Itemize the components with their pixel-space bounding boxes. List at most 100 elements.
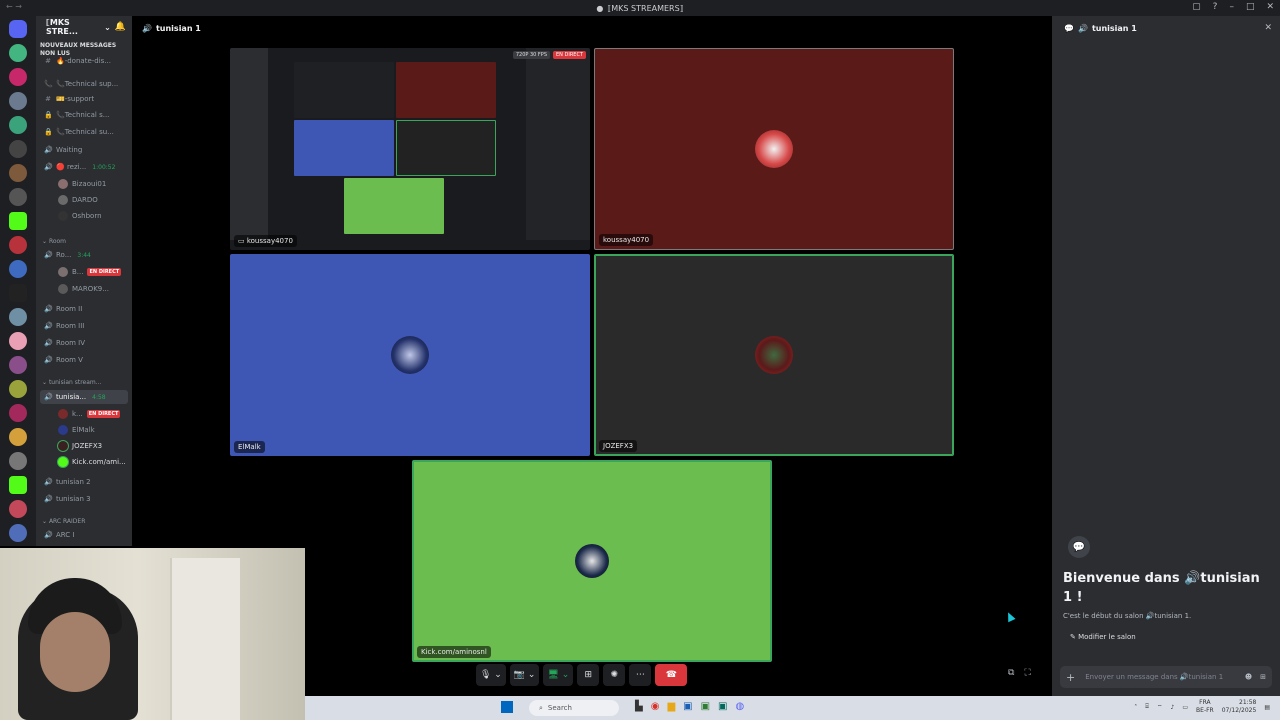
voice-user[interactable]: ElMalk bbox=[58, 425, 95, 435]
server-icon[interactable] bbox=[9, 308, 27, 326]
pencil-icon: ✎ bbox=[1070, 633, 1079, 641]
close-window-button[interactable]: ✕ bbox=[1266, 2, 1274, 12]
channel-room-iv[interactable]: 🔊 Room IV bbox=[44, 339, 85, 347]
activities-button[interactable]: ⊞ bbox=[577, 664, 600, 686]
wifi-icon[interactable]: ⌔ bbox=[1157, 703, 1163, 711]
participant-tile[interactable]: JOZEFX3 bbox=[594, 254, 954, 456]
voice-user[interactable]: JOZEFX3 bbox=[58, 441, 102, 451]
channel-technical-support[interactable]: 📞 📞Technical sup... bbox=[44, 80, 118, 88]
screen-share-button[interactable]: 🖥 ⌄ bbox=[543, 664, 574, 686]
screen-share-tile[interactable]: 720P 30 FPS EN DIRECT ▭ koussay4070 bbox=[230, 48, 590, 250]
voice-user[interactable]: MAROK9... bbox=[58, 284, 109, 294]
emoji-icon[interactable]: ☻ bbox=[1245, 673, 1252, 681]
avatar bbox=[58, 284, 68, 294]
windows-start-icon[interactable] bbox=[501, 701, 513, 713]
minimize-button[interactable]: – bbox=[1229, 2, 1234, 12]
channel-tunisian-2[interactable]: 🔊 tunisian 2 bbox=[44, 478, 91, 486]
disconnect-button[interactable]: ☎ bbox=[655, 664, 688, 686]
notification-icon[interactable]: ▤ bbox=[1264, 704, 1270, 711]
server-icon[interactable] bbox=[9, 332, 27, 350]
voice-user[interactable]: k... EN DIRECT bbox=[58, 409, 121, 419]
close-icon[interactable]: ✕ bbox=[1264, 23, 1272, 33]
help-icon[interactable]: ? bbox=[1213, 2, 1218, 12]
channel-technical-su[interactable]: 🔒 📞Technical su... bbox=[44, 128, 114, 136]
folder-icon[interactable]: ▆ bbox=[667, 701, 675, 712]
chevron-up-icon[interactable]: ˄ bbox=[1134, 704, 1137, 711]
server-icon[interactable] bbox=[9, 476, 27, 494]
channel-rezi[interactable]: 🔊 🔴 rezi... 1:00:52 bbox=[44, 163, 115, 171]
camera-button[interactable]: 📷 ⌄ bbox=[509, 664, 540, 686]
channel-waiting[interactable]: 🔊 Waiting bbox=[44, 146, 82, 154]
unread-banner[interactable]: NOUVEAUX MESSAGES NON LUS bbox=[40, 42, 132, 58]
more-button[interactable]: ⋯ bbox=[629, 664, 652, 686]
channel-tunisian-3[interactable]: 🔊 tunisian 3 bbox=[44, 495, 91, 503]
server-icon[interactable] bbox=[9, 44, 27, 62]
bell-icon[interactable]: 🔔 bbox=[115, 22, 126, 32]
voice-user[interactable]: DARDO bbox=[58, 195, 98, 205]
popout-icon[interactable]: ⧉ bbox=[1008, 668, 1014, 678]
voice-user[interactable]: Oshborn bbox=[58, 211, 102, 221]
channel-technical-s[interactable]: 🔒 📞Technical s... bbox=[44, 111, 109, 119]
server-icon[interactable] bbox=[9, 140, 27, 158]
channel-room-iii[interactable]: 🔊 Room III bbox=[44, 322, 84, 330]
app-icon[interactable]: ▣ bbox=[718, 701, 727, 712]
mute-button[interactable]: 🎙 ⌄ bbox=[476, 664, 506, 686]
fullscreen-icon[interactable]: ⛶ bbox=[1024, 668, 1030, 678]
server-icon[interactable] bbox=[9, 428, 27, 446]
soundboard-button[interactable]: ✺ bbox=[603, 664, 626, 686]
server-icon[interactable] bbox=[9, 500, 27, 518]
server-icon[interactable] bbox=[9, 284, 27, 302]
language-indicator[interactable]: FRA BE-FR bbox=[1196, 699, 1214, 715]
voice-user[interactable]: B... EN DIRECT bbox=[58, 267, 122, 277]
channel-room-v[interactable]: 🔊 Room V bbox=[44, 356, 83, 364]
server-icon[interactable] bbox=[9, 212, 27, 230]
participant-tile[interactable]: ElMalk bbox=[230, 254, 590, 456]
inbox-icon[interactable]: ▢ bbox=[1192, 2, 1201, 12]
plus-icon[interactable]: + bbox=[1066, 671, 1075, 684]
discord-icon[interactable]: ◍ bbox=[736, 701, 745, 712]
category-room[interactable]: ⌄ Room bbox=[42, 238, 66, 245]
server-icon[interactable] bbox=[9, 236, 27, 254]
channel-support[interactable]: # 🎫-support bbox=[44, 95, 94, 103]
participant-tile[interactable]: Kick.com/aminosnl bbox=[412, 460, 772, 662]
file-explorer-icon[interactable]: ▙ bbox=[635, 701, 643, 712]
apps-icon[interactable]: ⊞ bbox=[1260, 673, 1266, 681]
voice-user[interactable]: Bizaoui01 bbox=[58, 179, 106, 189]
channel-arc-i[interactable]: 🔊 ARC I bbox=[44, 531, 74, 539]
server-icon[interactable] bbox=[9, 20, 27, 38]
server-icon[interactable] bbox=[9, 164, 27, 182]
channel-tunisian-1[interactable]: 🔊 tunisia... 4:58 bbox=[40, 390, 128, 404]
app-icon[interactable]: ▣ bbox=[683, 701, 692, 712]
chrome-icon[interactable]: ◉ bbox=[651, 701, 660, 712]
channel-room-ii[interactable]: 🔊 Room II bbox=[44, 305, 82, 313]
server-icon[interactable] bbox=[9, 452, 27, 470]
nav-arrows-icon[interactable]: ← → bbox=[6, 2, 22, 11]
server-icon[interactable] bbox=[9, 356, 27, 374]
server-icon[interactable] bbox=[9, 188, 27, 206]
maximize-button[interactable]: □ bbox=[1246, 2, 1255, 12]
channel-donate[interactable]: # 🔥-donate-dis... bbox=[44, 57, 111, 65]
server-icon: ● bbox=[596, 3, 604, 13]
server-icon[interactable] bbox=[9, 380, 27, 398]
voice-user[interactable]: Kick.com/ami... bbox=[58, 457, 126, 467]
channel-room[interactable]: 🔊 Ro... 3:44 bbox=[44, 251, 91, 259]
server-icon[interactable] bbox=[9, 524, 27, 542]
server-icon[interactable] bbox=[9, 92, 27, 110]
server-icon[interactable] bbox=[9, 68, 27, 86]
volume-icon[interactable]: ♪ bbox=[1171, 704, 1175, 711]
server-header[interactable]: ⟦MKS STRE... ⌄ 🔔 bbox=[36, 16, 132, 38]
category-arc-raider[interactable]: ⌄ ARC RAIDER bbox=[42, 518, 85, 525]
category-tunisian[interactable]: ⌄ tunisian stream... bbox=[42, 379, 102, 386]
server-icon[interactable] bbox=[9, 116, 27, 134]
battery-icon[interactable]: ▭ bbox=[1182, 704, 1188, 711]
edit-channel-button[interactable]: ✎ Modifier le salon bbox=[1066, 630, 1140, 644]
screen-icon: ▭ bbox=[238, 237, 247, 245]
message-input[interactable]: + Envoyer un message dans 🔊tunisian 1 ☻ ⊞ bbox=[1060, 666, 1272, 688]
participant-tile[interactable]: koussay4070 bbox=[594, 48, 954, 250]
clock[interactable]: 21:58 07/12/2025 bbox=[1222, 699, 1257, 715]
server-icon[interactable] bbox=[9, 260, 27, 278]
server-icon[interactable] bbox=[9, 404, 27, 422]
app-icon[interactable]: ▣ bbox=[701, 701, 710, 712]
network-icon[interactable]: ⌸ bbox=[1145, 703, 1149, 711]
taskbar-search[interactable]: ⌕ Search bbox=[529, 700, 619, 716]
